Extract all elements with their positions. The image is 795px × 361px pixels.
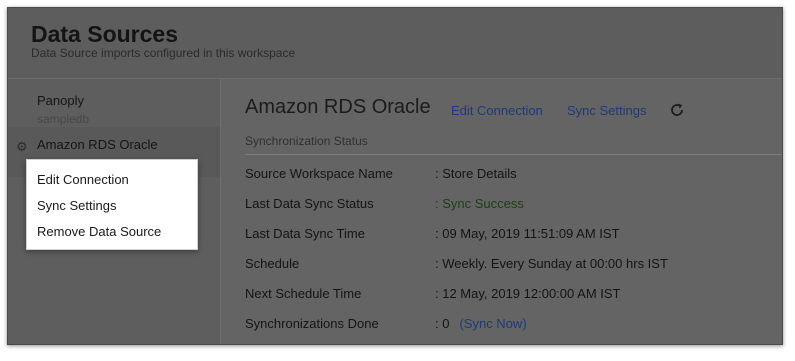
sidebar-item-panoply[interactable]: Panoply sampledb	[8, 85, 220, 133]
detail-label: Source Workspace Name	[245, 166, 393, 181]
app-window: Data Sources Data Source imports configu…	[7, 7, 783, 345]
menu-item-edit-connection[interactable]: Edit Connection	[37, 172, 129, 187]
main-panel: Amazon RDS Oracle Edit Connection Sync S…	[221, 79, 782, 344]
sidebar-item-db: sampledb	[37, 112, 90, 126]
sidebar-item-name: Panoply	[37, 93, 84, 108]
context-menu: Edit Connection Sync Settings Remove Dat…	[26, 159, 198, 250]
detail-value: : 09 May, 2019 11:51:09 AM IST	[435, 226, 620, 241]
detail-label: Last Data Sync Status	[245, 196, 374, 211]
edit-connection-link[interactable]: Edit Connection	[451, 103, 543, 118]
menu-item-remove-data-source[interactable]: Remove Data Source	[37, 224, 161, 239]
detail-value: : Weekly. Every Sunday at 00:00 hrs IST	[435, 256, 668, 271]
gear-icon[interactable]: ⚙	[16, 140, 28, 153]
detail-label: Last Data Sync Time	[245, 226, 365, 241]
divider	[245, 154, 782, 155]
detail-label: Next Schedule Time	[245, 286, 362, 301]
sync-now-link[interactable]: (Sync Now)	[459, 316, 526, 331]
refresh-icon[interactable]	[668, 101, 686, 119]
data-source-title: Amazon RDS Oracle	[245, 96, 431, 118]
detail-value: : Store Details	[435, 166, 517, 181]
sidebar-item-name: Amazon RDS Oracle	[37, 137, 158, 152]
detail-value: : 12 May, 2019 12:00:00 AM IST	[435, 286, 621, 301]
sync-settings-link[interactable]: Sync Settings	[567, 103, 647, 118]
detail-label: Schedule	[245, 256, 300, 271]
page-title: Data Sources	[31, 21, 179, 47]
sync-count-value: : 0	[435, 316, 450, 331]
sync-status-value: : Sync Success	[435, 196, 524, 211]
sync-status-label: Synchronization Status	[245, 134, 368, 148]
menu-item-sync-settings[interactable]: Sync Settings	[37, 198, 117, 213]
detail-label: Synchronizations Done	[245, 316, 379, 331]
page-subtitle: Data Source imports configured in this w…	[31, 46, 296, 60]
page-header: Data Sources Data Source imports configu…	[8, 8, 782, 79]
detail-value: : 0 (Sync Now)	[435, 316, 527, 331]
